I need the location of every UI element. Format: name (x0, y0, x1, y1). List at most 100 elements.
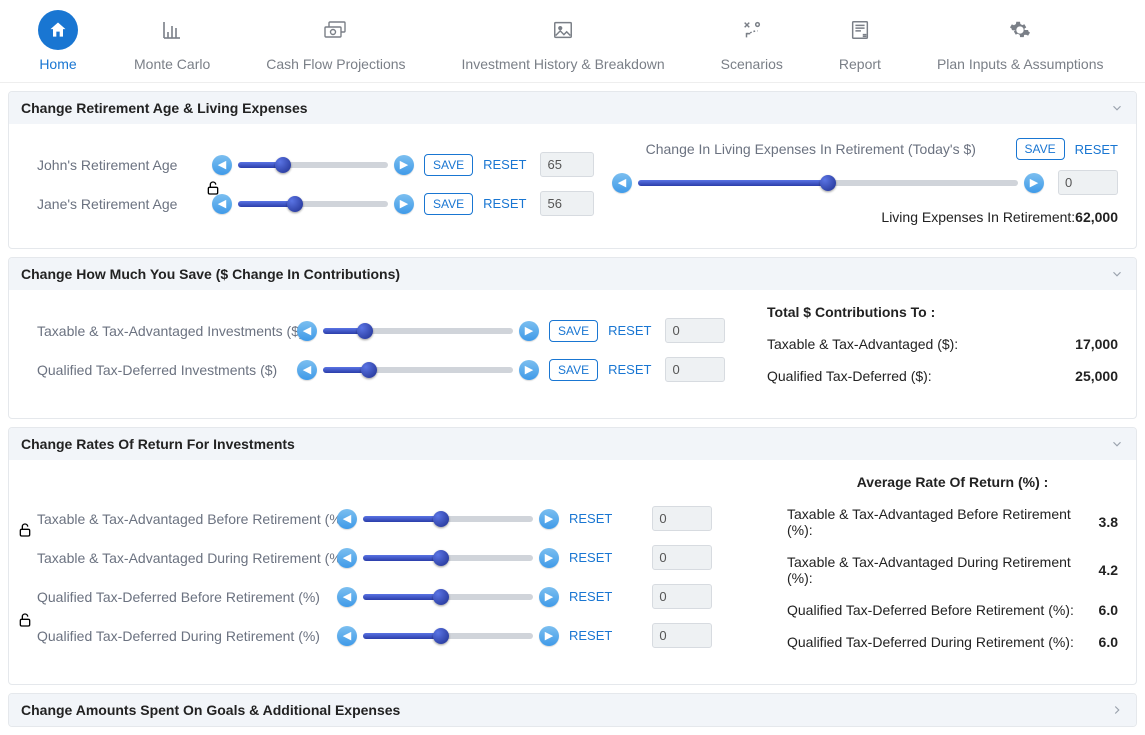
rate2-slider[interactable] (363, 548, 533, 568)
panel-rates: Change Rates Of Return For Investments T… (8, 427, 1137, 685)
john-age-slider[interactable] (238, 155, 388, 175)
tab-label: Cash Flow Projections (266, 56, 405, 72)
gear-icon (1000, 10, 1040, 50)
tab-label: Plan Inputs & Assumptions (937, 56, 1104, 72)
avg3-value: 6.0 (1099, 602, 1118, 618)
panel-title: Change How Much You Save ($ Change In Co… (21, 266, 400, 282)
rate1-input[interactable] (652, 506, 712, 531)
qualified-contrib-label: Qualified Tax-Deferred Investments ($) (37, 362, 297, 378)
rate3-increment[interactable]: ▶ (539, 587, 559, 607)
taxable-contrib-input[interactable] (665, 318, 725, 343)
taxable-contrib-reset[interactable]: RESET (608, 323, 651, 338)
rate2-increment[interactable]: ▶ (539, 548, 559, 568)
rate4-slider[interactable] (363, 626, 533, 646)
qualified-contrib-increment[interactable]: ▶ (519, 360, 539, 380)
rate1-label: Taxable & Tax-Advantaged Before Retireme… (37, 511, 337, 527)
panel-header-rates[interactable]: Change Rates Of Return For Investments (9, 428, 1136, 460)
taxable-contrib-save[interactable]: SAVE (549, 320, 598, 342)
tab-label: Monte Carlo (134, 56, 210, 72)
panel-header-contributions[interactable]: Change How Much You Save ($ Change In Co… (9, 258, 1136, 290)
john-age-decrement[interactable]: ◀ (212, 155, 232, 175)
jane-age-input[interactable] (540, 191, 594, 216)
living-expenses-heading: Change In Living Expenses In Retirement … (612, 141, 1010, 157)
living-expenses-increment[interactable]: ▶ (1024, 173, 1044, 193)
tab-plan-inputs[interactable]: Plan Inputs & Assumptions (909, 10, 1132, 72)
jane-age-decrement[interactable]: ◀ (212, 194, 232, 214)
rate3-label: Qualified Tax-Deferred Before Retirement… (37, 589, 337, 605)
rate3-slider[interactable] (363, 587, 533, 607)
qualified-contrib-slider[interactable] (323, 360, 513, 380)
qualified-contrib-decrement[interactable]: ◀ (297, 360, 317, 380)
living-summary-label: Living Expenses In Retirement: (881, 209, 1075, 225)
avg3-label: Qualified Tax-Deferred Before Retirement… (787, 602, 1074, 618)
taxable-total-label: Taxable & Tax-Advantaged ($): (767, 336, 958, 352)
picture-icon (543, 10, 583, 50)
avg2-value: 4.2 (1099, 562, 1118, 578)
jane-age-save[interactable]: SAVE (424, 193, 473, 215)
rate3-reset[interactable]: RESET (569, 589, 612, 604)
top-tabs: Home Monte Carlo Cash Flow Projections I… (0, 0, 1145, 83)
living-summary-value: 62,000 (1075, 209, 1118, 225)
panel-title: Change Rates Of Return For Investments (21, 436, 295, 452)
tab-label: Investment History & Breakdown (462, 56, 665, 72)
tab-label: Home (39, 56, 76, 72)
chevron-down-icon (1110, 101, 1124, 115)
panel-title: Change Amounts Spent On Goals & Addition… (21, 702, 400, 718)
living-expenses-reset[interactable]: RESET (1075, 142, 1118, 157)
taxable-contrib-increment[interactable]: ▶ (519, 321, 539, 341)
rate1-increment[interactable]: ▶ (539, 509, 559, 529)
qualified-contrib-reset[interactable]: RESET (608, 362, 651, 377)
jane-age-reset[interactable]: RESET (483, 196, 526, 211)
rate2-reset[interactable]: RESET (569, 550, 612, 565)
tab-investment-history[interactable]: Investment History & Breakdown (434, 10, 693, 72)
john-age-save[interactable]: SAVE (424, 154, 473, 176)
tab-cash-flow[interactable]: Cash Flow Projections (238, 10, 433, 72)
taxable-contrib-decrement[interactable]: ◀ (297, 321, 317, 341)
panel-header-goals[interactable]: Change Amounts Spent On Goals & Addition… (9, 694, 1136, 726)
avg4-value: 6.0 (1099, 634, 1118, 650)
living-expenses-save[interactable]: SAVE (1016, 138, 1065, 160)
jane-age-label: Jane's Retirement Age (37, 196, 212, 212)
rate2-decrement[interactable]: ◀ (337, 548, 357, 568)
rate2-input[interactable] (652, 545, 712, 570)
rate1-slider[interactable] (363, 509, 533, 529)
john-age-label: John's Retirement Age (37, 157, 212, 173)
rate4-input[interactable] (652, 623, 712, 648)
panel-goals: Change Amounts Spent On Goals & Addition… (8, 693, 1137, 727)
tab-report[interactable]: Report (811, 10, 909, 72)
qualified-total-value: 25,000 (1075, 368, 1118, 384)
jane-age-slider[interactable] (238, 194, 388, 214)
avg1-label: Taxable & Tax-Advantaged Before Retireme… (787, 506, 1099, 538)
avg2-label: Taxable & Tax-Advantaged During Retireme… (787, 554, 1099, 586)
taxable-contrib-slider[interactable] (323, 321, 513, 341)
jane-age-increment[interactable]: ▶ (394, 194, 414, 214)
rate4-reset[interactable]: RESET (569, 628, 612, 643)
living-expenses-slider[interactable] (638, 173, 1018, 193)
tab-scenarios[interactable]: Scenarios (693, 10, 811, 72)
rate4-decrement[interactable]: ◀ (337, 626, 357, 646)
rate3-decrement[interactable]: ◀ (337, 587, 357, 607)
rate1-decrement[interactable]: ◀ (337, 509, 357, 529)
qualified-contrib-save[interactable]: SAVE (549, 359, 598, 381)
unlock-icon[interactable] (17, 612, 33, 628)
chevron-right-icon (1110, 703, 1124, 717)
living-expenses-input[interactable] (1058, 170, 1118, 195)
chevron-down-icon (1110, 437, 1124, 451)
john-age-input[interactable] (540, 152, 594, 177)
unlock-icon[interactable] (205, 180, 221, 196)
panel-title: Change Retirement Age & Living Expenses (21, 100, 308, 116)
tab-monte-carlo[interactable]: Monte Carlo (106, 10, 238, 72)
rate4-increment[interactable]: ▶ (539, 626, 559, 646)
qualified-contrib-input[interactable] (665, 357, 725, 382)
john-age-increment[interactable]: ▶ (394, 155, 414, 175)
rate1-reset[interactable]: RESET (569, 511, 612, 526)
john-age-reset[interactable]: RESET (483, 157, 526, 172)
living-expenses-decrement[interactable]: ◀ (612, 173, 632, 193)
panel-header-retirement-age[interactable]: Change Retirement Age & Living Expenses (9, 92, 1136, 124)
tab-home[interactable]: Home (10, 10, 106, 72)
avg1-value: 3.8 (1099, 514, 1118, 530)
taxable-contrib-label: Taxable & Tax-Advantaged Investments ($) (37, 323, 297, 339)
unlock-icon[interactable] (17, 522, 33, 538)
rate3-input[interactable] (652, 584, 712, 609)
tab-label: Report (839, 56, 881, 72)
